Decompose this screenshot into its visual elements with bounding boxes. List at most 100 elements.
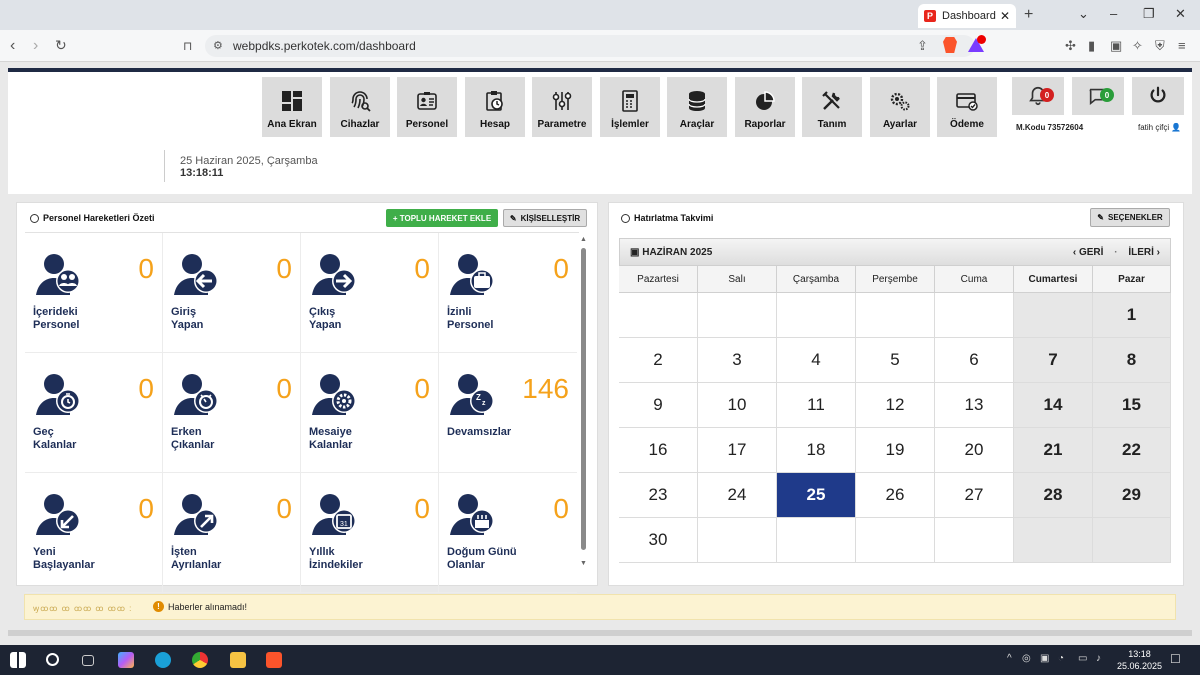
tab-close-icon[interactable]: ✕	[1000, 9, 1010, 23]
notifications-button[interactable]: 0	[1012, 77, 1064, 115]
minimize-icon[interactable]: –	[1110, 6, 1117, 21]
tray-wifi-icon[interactable]: ◔	[1058, 653, 1064, 664]
tray-chevron-icon[interactable]: ^	[1007, 653, 1012, 664]
calendar-day-cell[interactable]: 12	[856, 383, 935, 428]
next-month-button[interactable]: İLERİ ›	[1128, 247, 1160, 258]
calendar-day-cell[interactable]: 14	[1014, 383, 1093, 428]
menu-button-9[interactable]: Tanım	[802, 77, 862, 137]
calendar-day-cell[interactable]	[935, 518, 1014, 563]
calendar-day-cell[interactable]: 18	[777, 428, 856, 473]
stat-card[interactable]: 0 Erken Çıkanlar	[163, 353, 301, 473]
stat-card[interactable]: 0 Çıkış Yapan	[301, 233, 439, 353]
sidebar-icon[interactable]: ▮	[1088, 38, 1095, 54]
calendar-day-cell[interactable]: 29	[1093, 473, 1171, 518]
file-explorer-icon[interactable]	[230, 652, 246, 668]
leo-ai-icon[interactable]: ✧	[1132, 38, 1143, 54]
close-window-icon[interactable]: ✕	[1175, 6, 1186, 22]
calendar-day-cell[interactable]: 21	[1014, 428, 1093, 473]
calendar-day-cell[interactable]	[698, 518, 777, 563]
stat-card[interactable]: 0 Yeni Başlayanlar	[25, 473, 163, 593]
calendar-day-cell[interactable]: 8	[1093, 338, 1171, 383]
new-tab-button[interactable]: +	[1024, 6, 1033, 24]
calendar-day-cell[interactable]: 22	[1093, 428, 1171, 473]
calendar-day-cell[interactable]: 13	[935, 383, 1014, 428]
calendar-day-cell[interactable]: 2	[619, 338, 698, 383]
calendar-day-cell[interactable]: 28	[1014, 473, 1093, 518]
restore-icon[interactable]: ❐	[1143, 6, 1155, 22]
calendar-day-cell[interactable]: 23	[619, 473, 698, 518]
search-icon[interactable]	[46, 653, 59, 666]
menu-button-8[interactable]: Raporlar	[735, 77, 795, 137]
calendar-day-cell[interactable]	[1014, 518, 1093, 563]
forward-icon[interactable]: ›	[33, 37, 38, 55]
stat-card[interactable]: 31 0 Yıllık İzindekiler	[301, 473, 439, 593]
tray-volume-icon[interactable]: ♪	[1096, 653, 1101, 664]
tray-battery-icon[interactable]: ▭	[1078, 653, 1087, 664]
menu-button-5[interactable]: Parametre	[532, 77, 592, 137]
site-settings-icon[interactable]: ⚙	[213, 35, 223, 57]
calendar-day-cell[interactable]: 1	[1093, 293, 1171, 338]
scrollbar-thumb[interactable]	[581, 248, 586, 550]
stat-card[interactable]: 0 İçerideki Personel	[25, 233, 163, 353]
customize-button[interactable]: ✎ KİŞİSELLEŞTİR	[503, 209, 587, 227]
calendar-day-cell[interactable]: 10	[698, 383, 777, 428]
scroll-down-icon[interactable]: ▼	[580, 560, 587, 567]
browser-tab[interactable]: P Dashboard ✕	[918, 4, 1016, 28]
menu-button-2[interactable]: Cihazlar	[330, 77, 390, 137]
calendar-day-cell[interactable]: 16	[619, 428, 698, 473]
calendar-day-cell[interactable]	[698, 293, 777, 338]
wallet-icon[interactable]: ▣	[1110, 38, 1122, 54]
extensions-icon[interactable]: ✣	[1065, 38, 1076, 54]
stats-scrollbar[interactable]: ▲ ▼	[579, 236, 588, 571]
notifications-center-icon[interactable]: ☐	[1170, 652, 1181, 666]
calendar-day-cell[interactable]: 4	[777, 338, 856, 383]
vpn-icon[interactable]: ⛨	[1155, 38, 1165, 54]
menu-icon[interactable]: ≡	[1178, 38, 1186, 53]
calendar-day-cell[interactable]: 30	[619, 518, 698, 563]
stat-card[interactable]: 0 Doğum Günü Olanlar	[439, 473, 577, 593]
stat-card[interactable]: Zz 146 Devamsızlar	[439, 353, 577, 473]
stat-card[interactable]: 0 İzinli Personel	[439, 233, 577, 353]
back-icon[interactable]: ‹	[10, 37, 15, 55]
logout-button[interactable]	[1132, 77, 1184, 115]
calendar-day-cell[interactable]: 24	[698, 473, 777, 518]
user-name[interactable]: fatih çifçi 👤	[1138, 123, 1181, 132]
brave-taskbar-icon[interactable]	[266, 652, 282, 668]
menu-button-4[interactable]: Hesap	[465, 77, 525, 137]
calendar-day-cell[interactable]	[619, 293, 698, 338]
edge-icon[interactable]	[155, 652, 171, 668]
calendar-day-cell[interactable]: 9	[619, 383, 698, 428]
calendar-day-cell[interactable]: 6	[935, 338, 1014, 383]
calendar-day-cell[interactable]	[777, 293, 856, 338]
calendar-day-cell[interactable]: 17	[698, 428, 777, 473]
calendar-day-cell[interactable]: 5	[856, 338, 935, 383]
calendar-day-cell[interactable]	[777, 518, 856, 563]
menu-button-10[interactable]: Ayarlar	[870, 77, 930, 137]
chrome-icon[interactable]	[192, 652, 208, 668]
calendar-day-cell[interactable]: 20	[935, 428, 1014, 473]
scroll-up-icon[interactable]: ▲	[580, 236, 587, 243]
menu-button-11[interactable]: Ödeme	[937, 77, 997, 137]
options-button[interactable]: ✎ SEÇENEKLER	[1090, 208, 1170, 227]
tab-list-chevron-icon[interactable]: ⌄	[1078, 6, 1089, 22]
calendar-day-cell[interactable]: 15	[1093, 383, 1171, 428]
calendar-day-cell[interactable]	[1093, 518, 1171, 563]
menu-button-1[interactable]: Ana Ekran	[262, 77, 322, 137]
task-view-icon[interactable]	[82, 655, 94, 666]
calendar-day-cell[interactable]: 7	[1014, 338, 1093, 383]
stat-card[interactable]: 0 İşten Ayrılanlar	[163, 473, 301, 593]
calendar-day-cell[interactable]	[935, 293, 1014, 338]
calendar-day-cell[interactable]: 27	[935, 473, 1014, 518]
prev-month-button[interactable]: ‹ GERİ	[1073, 247, 1104, 258]
menu-button-3[interactable]: Personel	[397, 77, 457, 137]
stat-card[interactable]: 0 Mesaiye Kalanlar	[301, 353, 439, 473]
calendar-day-cell[interactable]: 3	[698, 338, 777, 383]
menu-button-6[interactable]: İşlemler	[600, 77, 660, 137]
add-bulk-movement-button[interactable]: + TOPLU HAREKET EKLE	[386, 209, 498, 227]
bookmark-icon[interactable]: ⊓	[183, 39, 192, 53]
calendar-day-cell[interactable]	[856, 293, 935, 338]
stat-card[interactable]: 0 Geç Kalanlar	[25, 353, 163, 473]
copilot-icon[interactable]	[118, 652, 134, 668]
system-clock[interactable]: 13:18 25.06.2025	[1117, 648, 1162, 672]
address-bar[interactable]: ⚙ webpdks.perkotek.com/dashboard	[205, 35, 975, 57]
